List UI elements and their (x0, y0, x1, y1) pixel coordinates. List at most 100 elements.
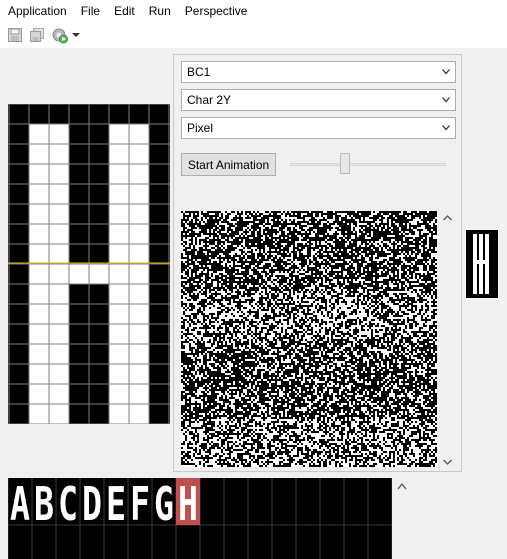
glyph-pixel (279, 273, 281, 275)
glyph-pixel (367, 251, 369, 253)
glyph-pixel (265, 355, 267, 357)
glyph-pixel (323, 277, 325, 279)
save-button[interactable] (4, 24, 26, 46)
save-all-button[interactable] (26, 24, 48, 46)
glyph-pixel (361, 337, 363, 339)
glyph-pixel (391, 317, 393, 319)
pixel-editor[interactable] (8, 104, 170, 424)
charset-select[interactable]: BC1 (181, 61, 456, 83)
glyph-pixel (331, 243, 333, 245)
menu-perspective[interactable]: Perspective (185, 4, 248, 18)
glyph-pixel (289, 333, 291, 335)
glyph-pixel (337, 337, 339, 339)
glyph-pixel (367, 349, 369, 351)
glyph-pixel (331, 327, 333, 329)
glyph-pixel (189, 355, 191, 357)
glyph-pixel (403, 327, 405, 329)
glyph-pixel (361, 401, 363, 403)
glyph-pixel (397, 373, 399, 375)
start-animation-button[interactable]: Start Animation (181, 153, 276, 176)
glyph-pixel (423, 315, 425, 317)
glyph-pixel (309, 301, 311, 303)
glyph-pixel (413, 339, 415, 341)
menu-edit[interactable]: Edit (114, 4, 135, 18)
glyph-pixel (359, 213, 361, 215)
glyph-pixel (245, 391, 247, 393)
glyph-pixel (419, 325, 421, 327)
glyph-pixel (343, 363, 345, 365)
glyph-pixel (385, 389, 387, 391)
glyph-pixel (243, 315, 245, 317)
glyph-pixel (245, 349, 247, 351)
glyph-pixel (183, 275, 185, 277)
glyph-pixel (231, 253, 233, 255)
run-options-button[interactable] (48, 24, 70, 46)
glyph-pixel (321, 333, 323, 335)
glyph-pixel (389, 325, 391, 327)
glyph-pixel (307, 323, 309, 325)
menu-application[interactable]: Application (8, 4, 67, 18)
glyph-pixel (401, 309, 403, 311)
run-options-dropdown[interactable] (70, 24, 82, 46)
glyph-pixel (361, 309, 363, 311)
pixel-cell (9, 164, 29, 184)
slider-thumb[interactable] (339, 153, 350, 174)
glyph-pixel (185, 391, 187, 393)
glyph-pixel (337, 225, 339, 227)
glyph-pixel (313, 325, 315, 327)
glyph-pixel (309, 273, 311, 275)
glyph-pixel (283, 219, 285, 221)
character-set-grid[interactable] (181, 211, 437, 467)
glyph-pixel (363, 315, 365, 317)
glyph-pixel (335, 351, 337, 353)
glyph-pixel (233, 375, 235, 377)
glyph-pixel (285, 295, 287, 297)
glyph-pixel (367, 397, 369, 399)
glyph-pixel (333, 219, 335, 221)
glyph-pixel (425, 273, 427, 275)
glyph-pixel (387, 367, 389, 369)
glyph-pixel (249, 231, 251, 233)
glyph-pixel (413, 347, 415, 349)
glyph-pixel (219, 391, 221, 393)
glyph-pixel (403, 239, 405, 241)
glyph-pixel (237, 315, 239, 317)
glyph-pixel (417, 317, 419, 319)
glyph-pixel (427, 329, 429, 331)
glyph-pixel (415, 401, 417, 403)
glyph-pixel (331, 219, 333, 221)
glyph-pixel (353, 303, 355, 305)
character-set-canvas[interactable] (181, 211, 437, 467)
glyph-pixel (299, 301, 301, 303)
glyph-pixel (363, 275, 365, 277)
glyph-pixel (221, 247, 223, 249)
glyph-pixel (181, 299, 183, 301)
pixel-editor-canvas[interactable] (8, 104, 170, 424)
glyph-pixel (243, 375, 245, 377)
glyph-pixel (197, 357, 199, 359)
glyph-pixel (221, 317, 223, 319)
glyph-pixel (379, 305, 381, 307)
glyph-pixel (291, 313, 293, 315)
glyph-pixel (405, 355, 407, 357)
glyph-pixel (389, 219, 391, 221)
glyph-pixel (279, 395, 281, 397)
char-select[interactable]: Char 2Y (181, 89, 456, 111)
glyph-pixel (427, 303, 429, 305)
glyph-pixel (377, 333, 379, 335)
glyph-pixel (357, 325, 359, 327)
glyph-pixel (223, 407, 225, 409)
menu-file[interactable]: File (81, 4, 100, 18)
glyph-pixel (327, 385, 329, 387)
menu-run[interactable]: Run (149, 4, 171, 18)
glyph-pixel (269, 371, 271, 373)
animation-speed-slider[interactable] (290, 163, 446, 166)
glyph-pixel (277, 383, 279, 385)
mode-select[interactable]: Pixel (181, 117, 456, 139)
glyph-pixel (413, 329, 415, 331)
glyph-pixel (353, 235, 355, 237)
glyph-pixel (191, 397, 193, 399)
glyph-pixel (185, 299, 187, 301)
glyph-pixel (233, 399, 235, 401)
glyph-pixel (379, 367, 381, 369)
